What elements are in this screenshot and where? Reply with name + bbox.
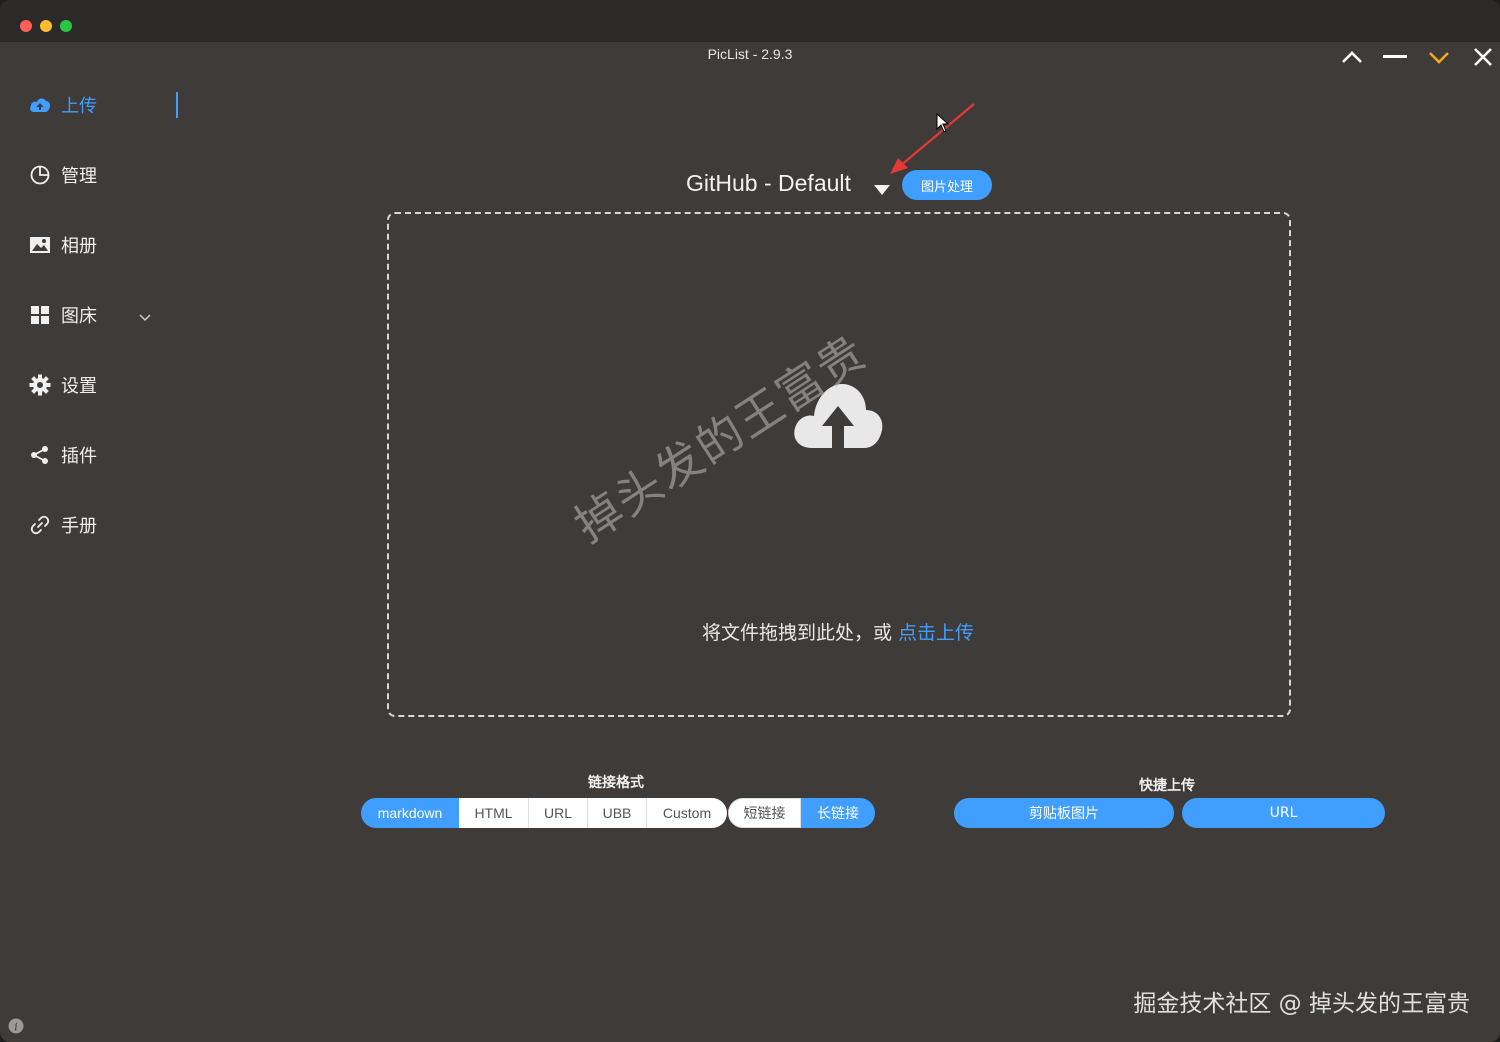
sidebar-item-label: 相册 — [61, 236, 97, 257]
sidebar-item-label: 设置 — [61, 376, 97, 397]
footer-watermark: 掘金技术社区 @ 掉头发的王富贵 — [1133, 991, 1470, 1017]
close-icon[interactable] — [1468, 42, 1498, 72]
info-icon[interactable]: i — [8, 1018, 24, 1034]
url-upload-button[interactable]: URL — [1182, 798, 1385, 828]
picbed-selector-row: GitHub - Default 图片处理 — [0, 168, 1500, 204]
share-icon — [28, 443, 52, 467]
drop-hint: 将文件拖拽到此处，或 点击上传 — [0, 618, 1500, 645]
sidebar-item-album[interactable]: 相册 — [28, 225, 178, 265]
click-upload-link[interactable]: 点击上传 — [898, 622, 974, 644]
sidebar-item-upload[interactable]: 上传 — [28, 85, 178, 125]
sidebar-item-label: 手册 — [61, 516, 97, 537]
drop-hint-text: 将文件拖拽到此处，或 — [701, 622, 899, 644]
mac-minimize-button[interactable] — [40, 20, 52, 32]
mac-zoom-button[interactable] — [60, 20, 72, 32]
format-option-custom[interactable]: Custom — [647, 798, 727, 828]
mac-close-button[interactable] — [20, 20, 32, 32]
sidebar-item-plugins[interactable]: 插件 — [28, 435, 178, 475]
quick-upload-title: 快捷上传 — [1139, 778, 1195, 794]
sidebar-item-picbed[interactable]: 图床 — [28, 295, 178, 335]
picbed-name[interactable]: GitHub - Default — [686, 170, 851, 197]
chevron-up-icon[interactable] — [1337, 42, 1367, 72]
minimize-icon[interactable] — [1380, 42, 1410, 72]
mouse-cursor-icon — [936, 113, 950, 133]
link-icon — [28, 513, 52, 537]
cloud-upload-icon — [28, 93, 52, 117]
annotation-arrow-icon — [890, 103, 975, 174]
mac-title-bar — [0, 0, 1500, 42]
caret-down-icon[interactable] — [874, 180, 890, 199]
format-option-ubb[interactable]: UBB — [588, 798, 647, 828]
format-option-html[interactable]: HTML — [459, 798, 529, 828]
link-format-title: 链接格式 — [588, 775, 644, 791]
sidebar-item-manual[interactable]: 手册 — [28, 505, 178, 545]
gear-icon — [28, 373, 52, 397]
chevron-down-icon[interactable] — [1424, 42, 1454, 72]
format-option-markdown[interactable]: markdown — [361, 798, 459, 828]
app-window: PicList - 2.9.3 上传 管理 相册 图床 设置 插件 手册 Git… — [0, 0, 1500, 1042]
sidebar-item-label: 插件 — [61, 446, 97, 467]
clipboard-upload-button[interactable]: 剪贴板图片 — [954, 798, 1174, 828]
grid-icon — [28, 303, 52, 327]
long-link-option[interactable]: 长链接 — [801, 798, 875, 828]
svg-text:i: i — [14, 1021, 18, 1034]
format-option-url[interactable]: URL — [529, 798, 588, 828]
sidebar-item-label: 上传 — [61, 96, 97, 117]
image-icon — [28, 233, 52, 257]
sidebar-item-label: 图床 — [61, 306, 97, 327]
sidebar-item-settings[interactable]: 设置 — [28, 365, 178, 405]
window-title: PicList - 2.9.3 — [707, 46, 793, 62]
short-link-option[interactable]: 短链接 — [728, 798, 801, 828]
chevron-down-icon[interactable] — [138, 307, 152, 326]
